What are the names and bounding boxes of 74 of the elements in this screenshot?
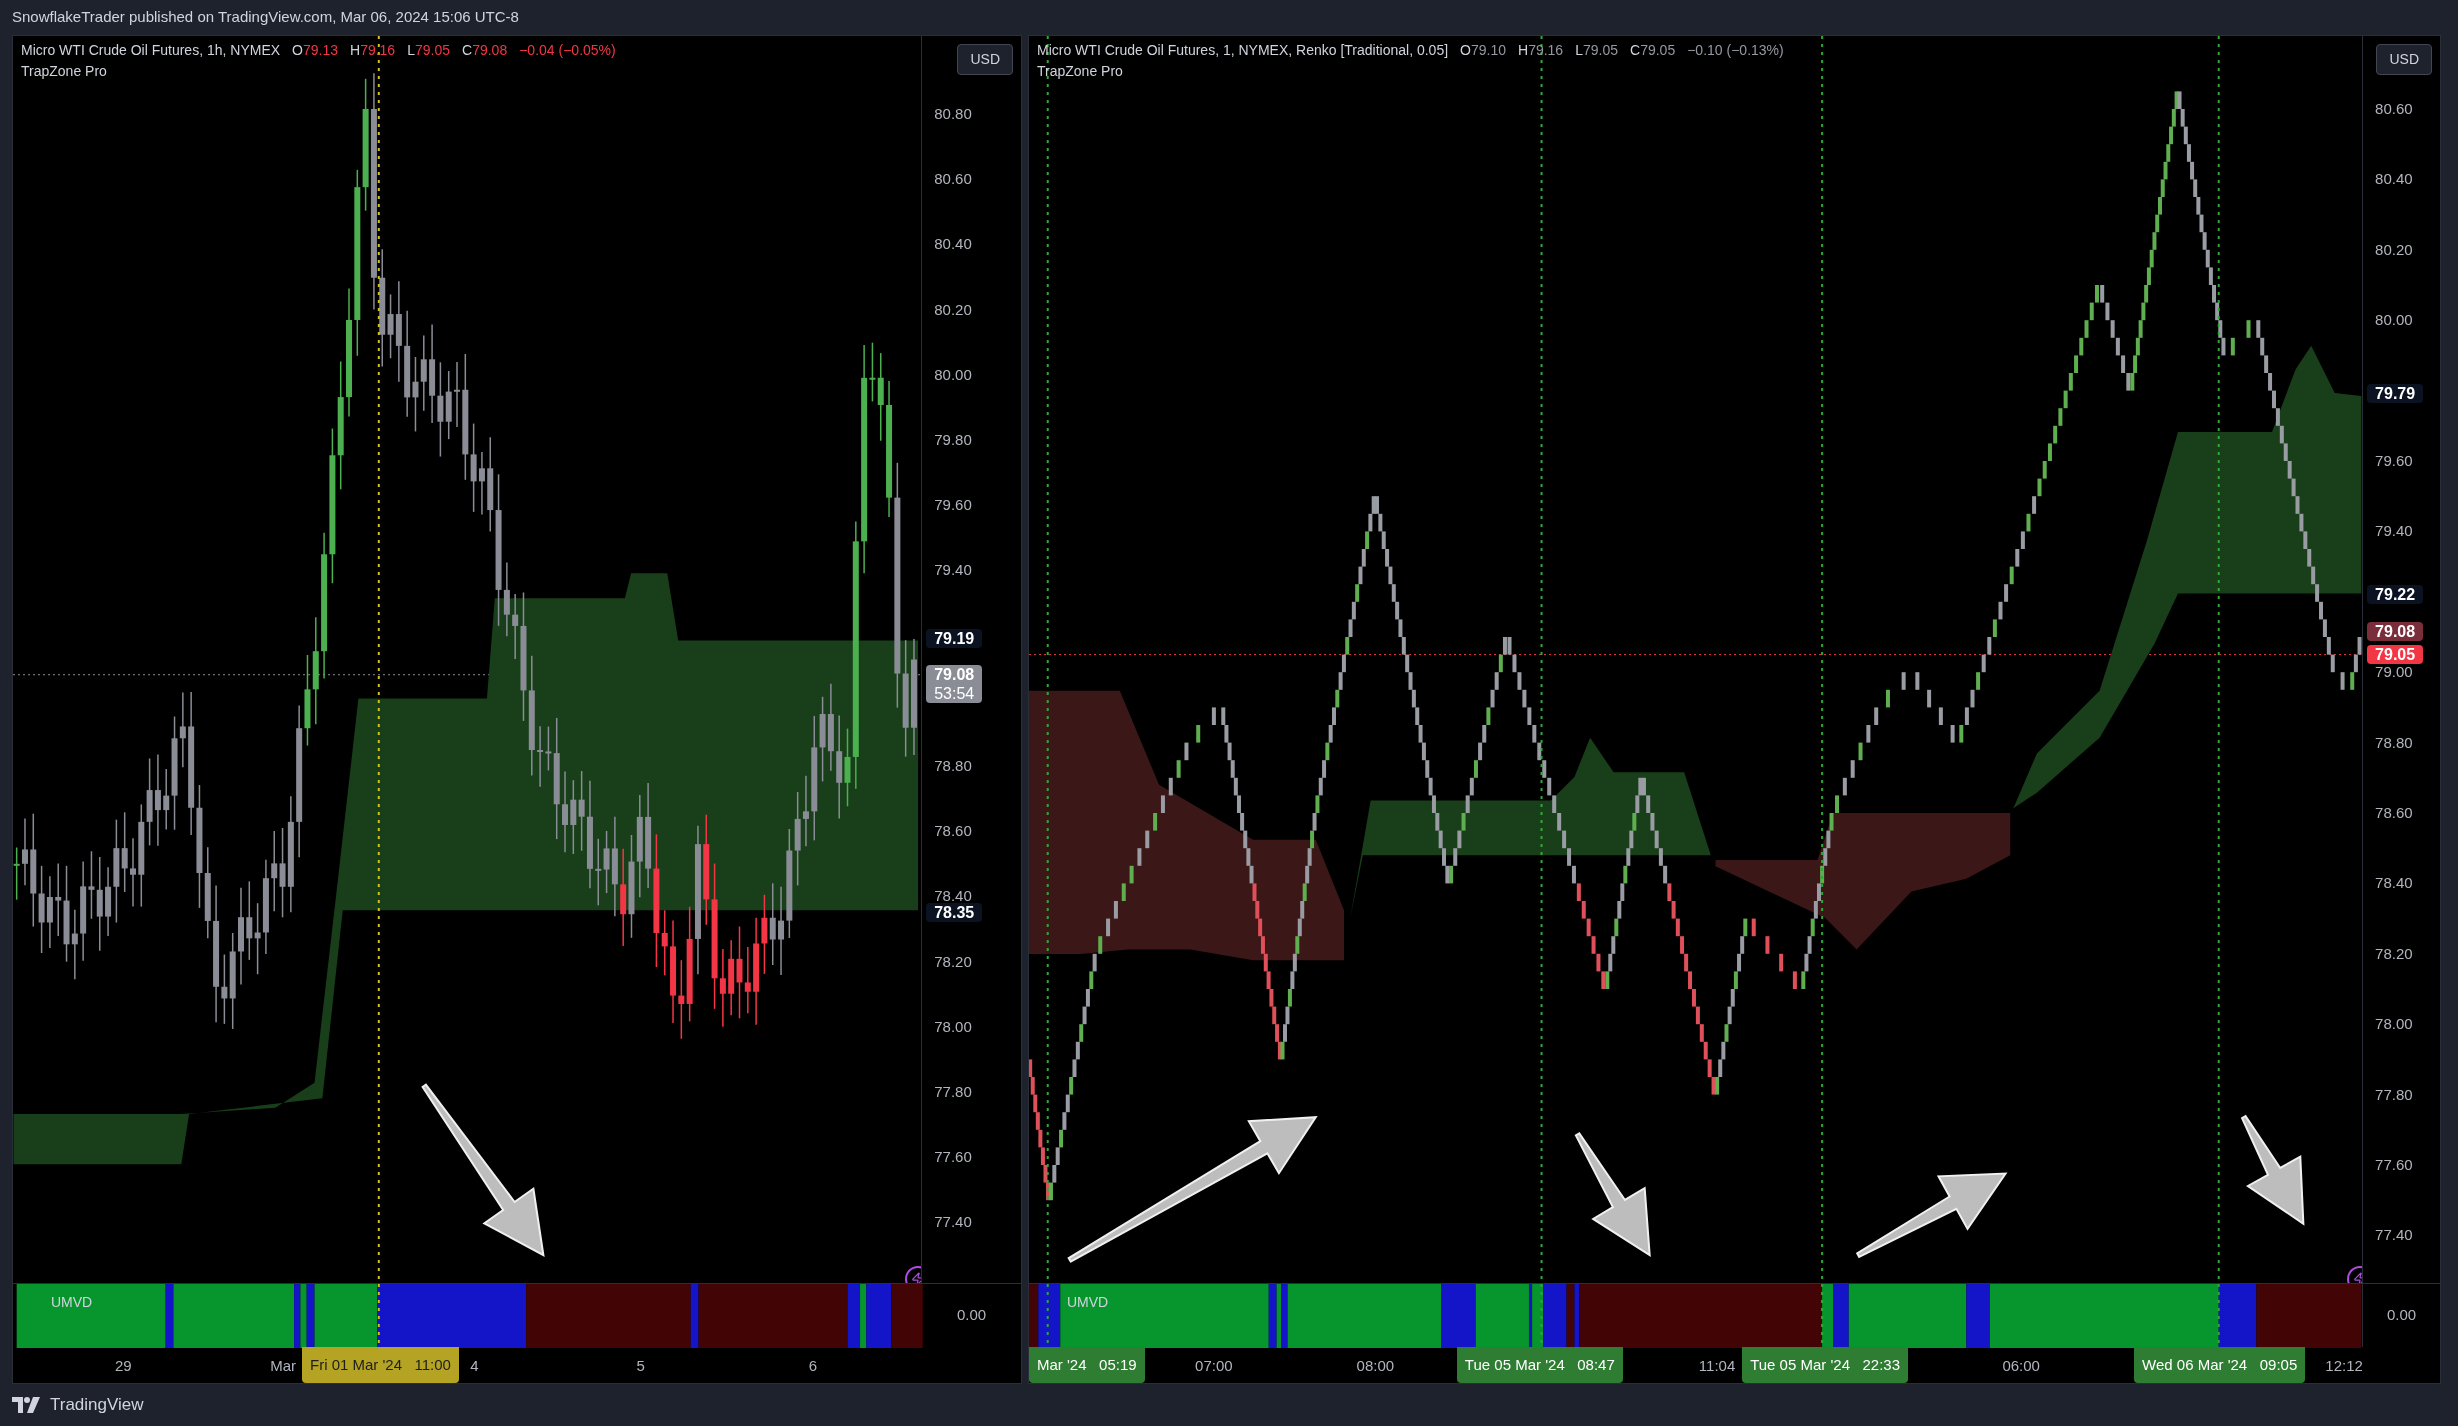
price-label: 78.35 [926,902,983,922]
time-tick: Mar [270,1356,297,1376]
time-badge: Mar '24 05:19 [1029,1347,1145,1383]
price-tick: 77.60 [934,1148,972,1167]
price-label: 79.22 [2367,584,2424,604]
time-tick: 4 [470,1356,479,1376]
ohlc-value: L79.05 [1575,41,1618,60]
time-badge: Tue 05 Mar '24 22:33 [1742,1347,1909,1383]
price-tick: 78.00 [934,1017,972,1036]
time-tick: 06:00 [2002,1356,2040,1376]
ohlc-value: O79.13 [292,41,338,60]
ohlc-value: C79.05 [1630,41,1676,60]
price-tick: 77.80 [934,1083,972,1101]
time-tick: 29 [114,1356,132,1376]
time-tick: 12:12 [2325,1356,2363,1376]
price-tick: 79.60 [934,496,972,515]
time-tick: 07:00 [1195,1356,1233,1376]
price-tick: 78.80 [2375,733,2413,752]
price-tick: 79.80 [934,431,972,449]
price-tick: 78.60 [934,822,972,841]
ohlc-value: O79.10 [1460,41,1506,60]
currency-button[interactable]: USD [2376,44,2432,75]
oscillator-name: UMVD [51,1293,93,1312]
price-tick: 80.20 [2375,240,2413,259]
price-tick: 77.40 [2375,1226,2413,1245]
price-label: 79.08 53:54 [926,664,983,703]
time-tick: 08:00 [1356,1356,1395,1376]
price-tick: 79.40 [934,561,972,580]
price-tick: 78.20 [934,952,972,971]
oscillator-value: 0.00 [957,1305,987,1326]
price-tick: 80.00 [934,365,972,384]
price-change: −0.04 (−0.05%) [519,41,616,60]
ohlc-value: H79.16 [1518,41,1564,60]
price-tick: 80.80 [934,105,972,123]
ohlc-value: C79.08 [462,41,508,60]
price-label: 79.08 [2367,622,2424,642]
price-tick: 77.40 [934,1213,972,1232]
ohlc-value: H79.16 [350,41,396,60]
price-label: 79.19 [926,628,983,648]
chart-title: Micro WTI Crude Oil Futures, 1h, NYMEX [21,41,281,60]
indicator-name: TrapZone Pro [1037,62,1123,81]
indicator-name: TrapZone Pro [21,62,107,81]
price-change: −0.10 (−0.13%) [1687,41,1784,60]
price-tick: 80.20 [934,300,972,319]
time-badge: Fri 01 Mar '24 11:00 [301,1347,459,1383]
time-tick: 6 [808,1356,818,1376]
price-tick: 80.60 [2375,100,2413,118]
time-tick: 5 [636,1356,645,1376]
chart-title: Micro WTI Crude Oil Futures, 1, NYMEX, Renko [Traditional, 0.05] [1037,41,1449,60]
currency-button[interactable]: USD [957,44,1013,75]
price-tick: 77.60 [2375,1156,2413,1174]
price-tick: 80.60 [934,170,972,189]
price-label: 79.79 [2367,384,2424,404]
price-tick: 78.60 [2375,804,2413,822]
price-tick: 79.40 [2375,522,2413,541]
price-tick: 79.00 [2375,663,2413,682]
price-tick: 78.80 [934,757,972,775]
price-tick: 80.40 [2375,170,2413,189]
price-tick: 78.00 [2375,1015,2413,1034]
price-tick: 80.40 [934,235,972,254]
ohlc-value: L79.05 [407,41,450,60]
time-badge: Tue 05 Mar '24 08:47 [1456,1347,1623,1383]
brand-name: TradingView [50,1394,144,1417]
time-badge: Wed 06 Mar '24 09:05 [2134,1347,2306,1383]
price-label: 79.05 [2367,644,2424,664]
oscillator-value: 0.00 [2386,1305,2417,1326]
price-tick: 80.00 [2375,311,2413,330]
price-tick: 78.40 [2375,874,2413,893]
price-tick: 77.80 [2375,1085,2413,1104]
oscillator-name: UMVD [1067,1293,1109,1312]
publish-info: SnowflakeTrader published on TradingView.com, Mar 06, 2024 15:06 UTC-8 [12,7,519,28]
price-tick: 79.60 [2375,452,2413,470]
price-tick: 78.20 [2375,944,2413,963]
time-tick: 11:04 [1698,1356,1736,1376]
